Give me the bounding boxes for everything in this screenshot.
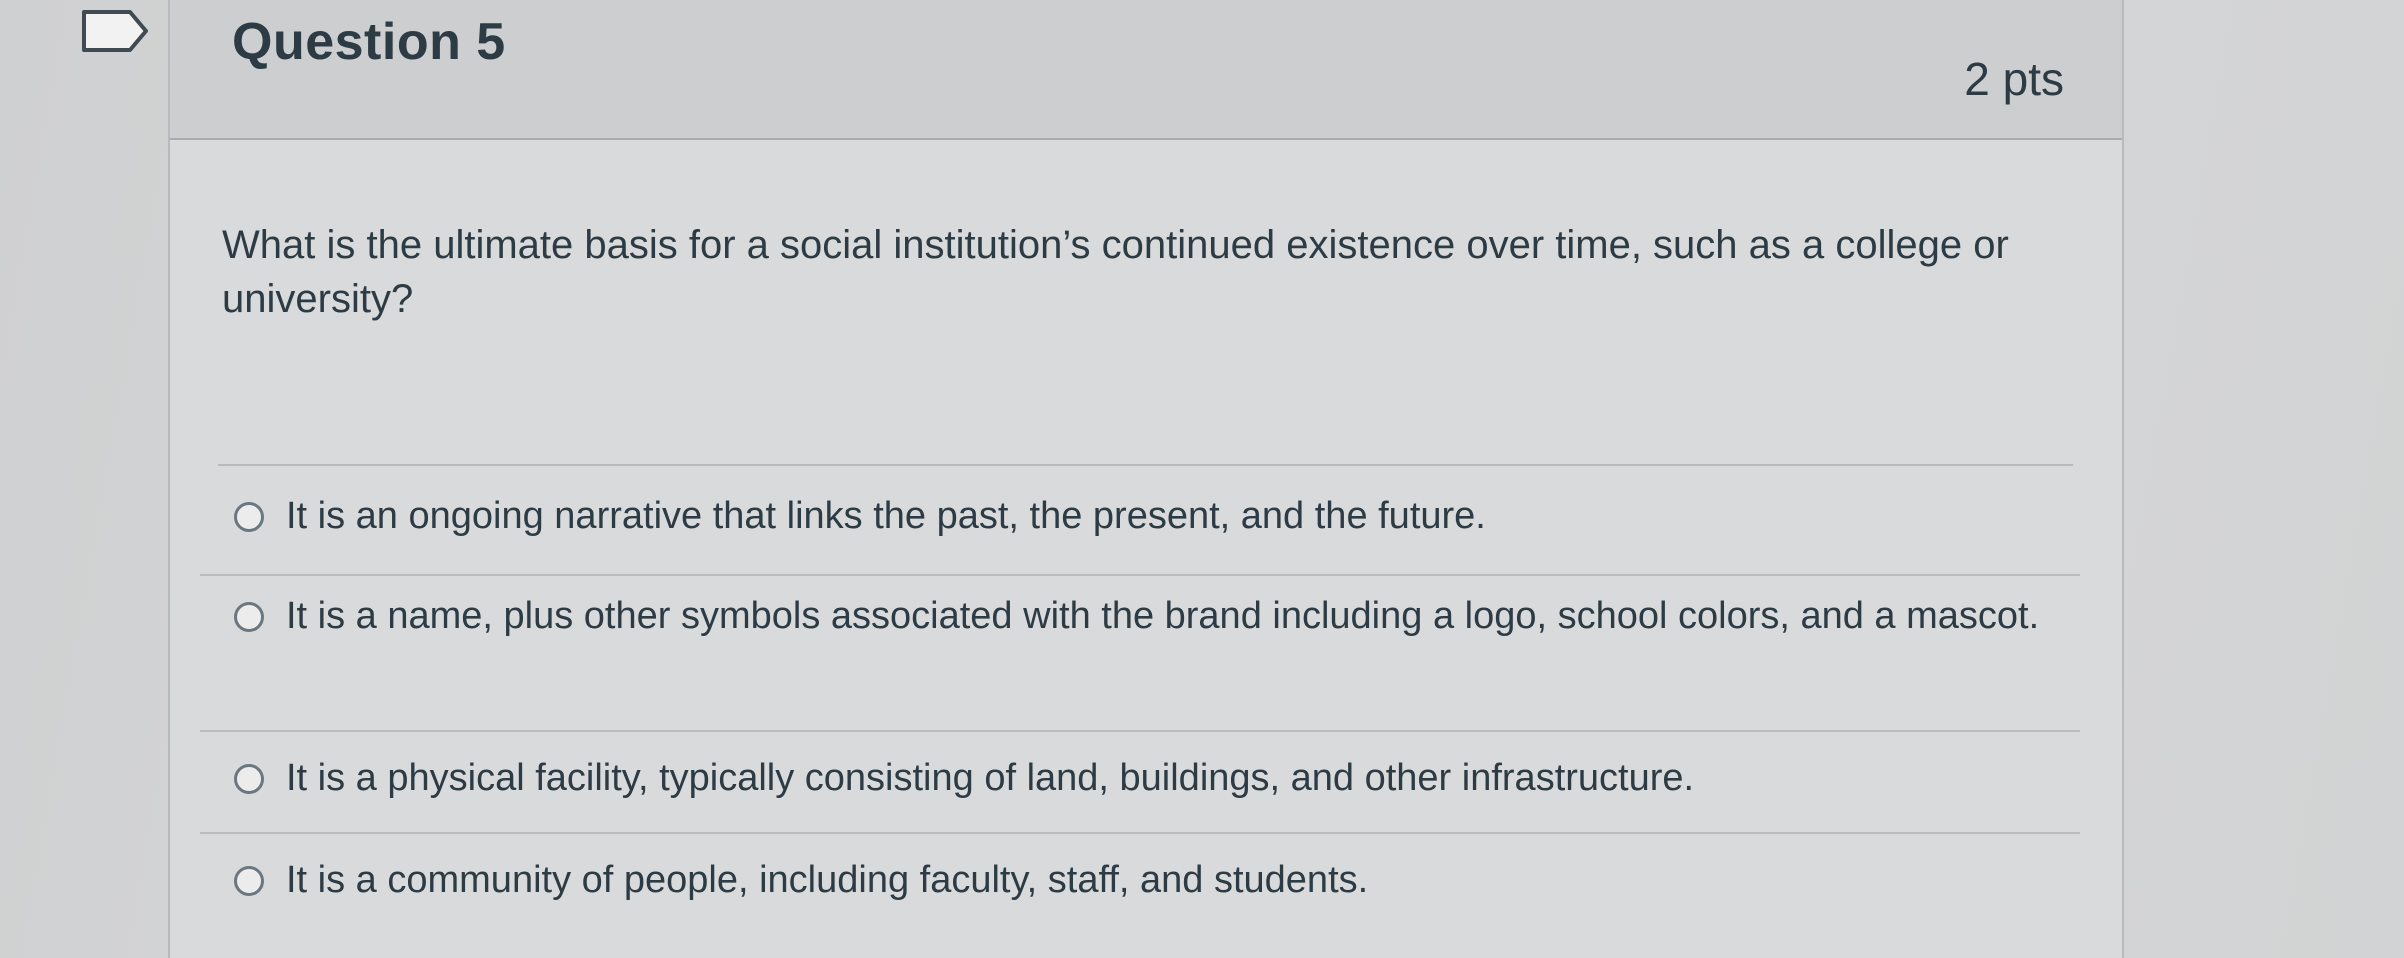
quiz-page: Question 5 2 pts What is the ultimate ba… xyxy=(0,0,2404,958)
radio-button[interactable] xyxy=(234,764,264,794)
flag-bookmark-icon xyxy=(82,10,148,52)
answer-divider xyxy=(200,832,2080,834)
answer-divider xyxy=(200,574,2080,576)
answer-label: It is an ongoing narrative that links th… xyxy=(286,495,1486,537)
radio-button[interactable] xyxy=(234,502,264,532)
question-card: Question 5 2 pts What is the ultimate ba… xyxy=(168,0,2124,958)
radio-button[interactable] xyxy=(234,866,264,896)
question-text: What is the ultimate basis for a social … xyxy=(222,223,2009,321)
answer-option-1[interactable]: It is an ongoing narrative that links th… xyxy=(210,490,2078,560)
flag-question-icon[interactable] xyxy=(80,8,152,54)
answer-option-4[interactable]: It is a community of people, including f… xyxy=(210,854,2078,924)
answer-option-3[interactable]: It is a physical facility, typically con… xyxy=(210,752,2078,822)
answer-option-2[interactable]: It is a name, plus other symbols associa… xyxy=(210,590,2078,710)
question-header: Question 5 2 pts xyxy=(170,0,2122,140)
question-title: Question 5 xyxy=(232,13,506,71)
answer-label: It is a name, plus other symbols associa… xyxy=(286,595,2040,637)
radio-button[interactable] xyxy=(234,602,264,632)
question-points: 2 pts xyxy=(1964,53,2064,105)
answer-label: It is a community of people, including f… xyxy=(286,859,1369,901)
answers-divider xyxy=(218,464,2073,466)
answer-label: It is a physical facility, typically con… xyxy=(286,757,1695,799)
answer-divider xyxy=(200,730,2080,732)
